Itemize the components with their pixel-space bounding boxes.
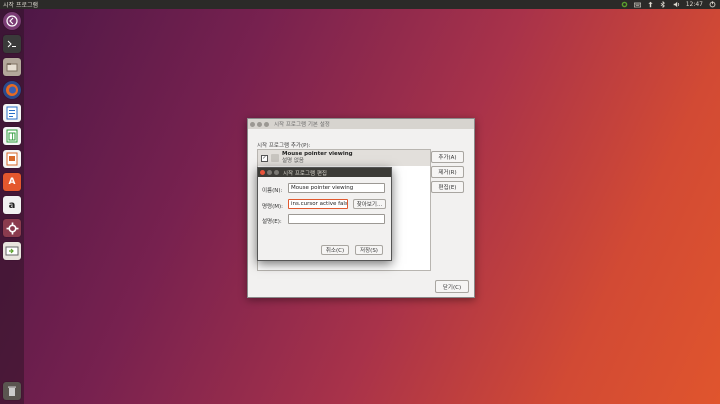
writer-icon[interactable] bbox=[3, 104, 21, 122]
window-title: 시작 프로그램 bbox=[3, 2, 39, 9]
startup-list-label: 시작 프로그램 추가(P): bbox=[257, 143, 311, 149]
list-item-description: 설명 없음 bbox=[282, 158, 304, 164]
application-icon bbox=[271, 154, 279, 162]
calc-icon[interactable] bbox=[3, 127, 21, 145]
maximize-window-icon[interactable] bbox=[264, 121, 269, 127]
startup-applications-icon[interactable] bbox=[3, 242, 21, 260]
name-field[interactable]: Mouse pointer viewing bbox=[288, 183, 385, 193]
main-dialog-title: 시작 프로그램 기본 설정 bbox=[274, 122, 330, 128]
files-icon[interactable] bbox=[3, 58, 21, 76]
edit-button[interactable]: 편집(E) bbox=[431, 181, 464, 193]
main-dialog-titlebar: 시작 프로그램 기본 설정 bbox=[248, 119, 474, 129]
software-center-icon[interactable]: A bbox=[3, 173, 21, 191]
remove-button[interactable]: 제거(R) bbox=[431, 166, 464, 178]
update-icon[interactable] bbox=[621, 1, 628, 8]
command-field[interactable]: ins.cursor active false bbox=[288, 199, 348, 209]
trash-icon[interactable] bbox=[3, 382, 21, 400]
add-button[interactable]: 추가(A) bbox=[431, 151, 464, 163]
name-label: 이름(N): bbox=[262, 188, 283, 194]
top-panel: 시작 프로그램 12:47 bbox=[0, 0, 720, 9]
command-label: 명령(M): bbox=[262, 204, 284, 210]
launcher: A a bbox=[0, 9, 24, 404]
bluetooth-icon[interactable] bbox=[660, 1, 667, 8]
edit-startup-program-dialog: 시작 프로그램 편집 이름(N): Mouse pointer viewing … bbox=[257, 167, 392, 261]
close-button[interactable]: 닫기(C) bbox=[435, 280, 469, 293]
keyboard-indicator-icon[interactable] bbox=[633, 1, 641, 8]
power-icon[interactable] bbox=[709, 1, 716, 8]
comment-field[interactable] bbox=[288, 214, 385, 224]
comment-label: 설명(E): bbox=[262, 219, 282, 225]
firefox-icon[interactable] bbox=[3, 81, 21, 99]
minimize-window-icon[interactable] bbox=[267, 170, 272, 175]
settings-icon[interactable] bbox=[3, 219, 21, 237]
save-button[interactable]: 저장(S) bbox=[355, 245, 383, 255]
volume-icon[interactable] bbox=[673, 1, 680, 8]
list-item-name: Mouse pointer viewing bbox=[282, 151, 353, 157]
edit-dialog-title: 시작 프로그램 편집 bbox=[283, 170, 327, 177]
close-window-icon[interactable] bbox=[260, 170, 265, 175]
browse-button[interactable]: 찾아보기... bbox=[353, 199, 386, 209]
amazon-icon[interactable]: a bbox=[3, 196, 21, 214]
indicator-area: 12:47 bbox=[621, 1, 716, 8]
edit-dialog-titlebar: 시작 프로그램 편집 bbox=[258, 168, 391, 177]
list-item[interactable]: ✓ Mouse pointer viewing 설명 없음 bbox=[258, 150, 430, 166]
maximize-window-icon[interactable] bbox=[274, 170, 279, 175]
list-item-text: Mouse pointer viewing 설명 없음 bbox=[282, 151, 353, 165]
clock[interactable]: 12:47 bbox=[686, 1, 703, 8]
close-window-icon[interactable] bbox=[250, 121, 255, 127]
terminal-icon[interactable] bbox=[3, 35, 21, 53]
enabled-checkbox[interactable]: ✓ bbox=[261, 154, 268, 162]
dash-icon[interactable] bbox=[3, 12, 21, 30]
impress-icon[interactable] bbox=[3, 150, 21, 168]
cancel-button[interactable]: 취소(C) bbox=[321, 245, 349, 255]
minimize-window-icon[interactable] bbox=[257, 121, 262, 127]
network-icon[interactable] bbox=[647, 1, 654, 8]
